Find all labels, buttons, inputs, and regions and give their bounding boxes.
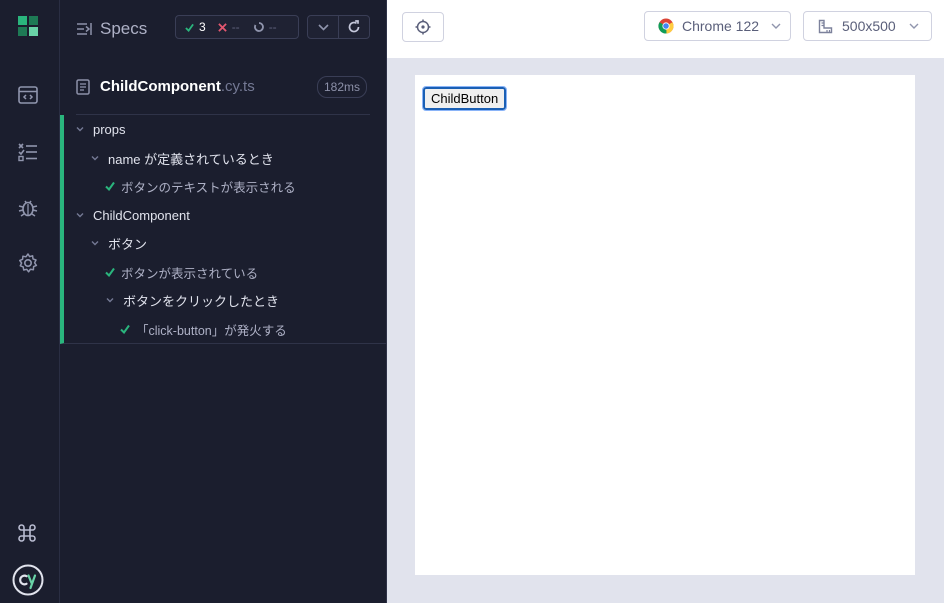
- runs-icon[interactable]: [17, 140, 39, 162]
- chevron-down-icon: [91, 156, 99, 161]
- stat-failed: --: [206, 20, 240, 34]
- viewport-dropdown[interactable]: 500x500: [803, 11, 932, 41]
- suite-row[interactable]: ボタン: [64, 229, 412, 257]
- browser-label: Chrome 122: [682, 18, 760, 34]
- collapse-toggle-button[interactable]: [307, 15, 339, 39]
- pending-icon: [253, 22, 264, 32]
- chrome-icon: [658, 18, 674, 34]
- suite-row[interactable]: name が定義されているとき: [64, 144, 412, 172]
- suite-title: props: [93, 121, 126, 137]
- settings-icon[interactable]: [17, 252, 39, 274]
- suite-row[interactable]: props: [64, 115, 397, 143]
- chevron-down-icon: [76, 127, 84, 132]
- spec-file-basename: ChildComponent: [100, 78, 221, 95]
- file-icon: [76, 79, 90, 95]
- check-icon: [105, 181, 115, 191]
- failed-count: --: [231, 20, 240, 34]
- specs-toggle-button[interactable]: Specs: [76, 18, 147, 40]
- chevron-down-icon: [317, 23, 329, 31]
- spec-file-name[interactable]: ChildComponent.cy.ts: [100, 78, 255, 95]
- suite-title: ボタン: [108, 236, 148, 252]
- x-icon: [217, 22, 227, 32]
- specs-label: Specs: [100, 19, 148, 38]
- test-row[interactable]: 「click-button」が発火する: [64, 315, 442, 343]
- sidebar-nav: [0, 0, 60, 603]
- stat-pending: --: [240, 20, 277, 34]
- test-title: ボタンのテキストが表示される: [121, 180, 296, 195]
- rerun-button[interactable]: [338, 15, 370, 39]
- ruler-icon: [818, 19, 833, 33]
- test-title: 「click-button」が発火する: [136, 323, 287, 338]
- refresh-icon: [348, 20, 360, 33]
- specs-list-icon[interactable]: [17, 84, 39, 106]
- test-row[interactable]: ボタンが表示されている: [64, 258, 427, 286]
- crosshair-icon: [415, 19, 431, 35]
- child-button[interactable]: ChildButton: [421, 86, 508, 111]
- spec-file-extension: .cy.ts: [220, 78, 255, 95]
- suite-row[interactable]: ボタンをクリックしたとき: [64, 286, 427, 314]
- check-icon: [105, 267, 115, 277]
- chevron-down-icon: [909, 23, 919, 29]
- test-row[interactable]: ボタンのテキストが表示される: [64, 172, 427, 200]
- chevron-down-icon: [771, 23, 781, 29]
- check-icon: [185, 23, 194, 32]
- pending-count: --: [268, 20, 277, 34]
- selector-playground-button[interactable]: [402, 12, 444, 42]
- suite-title: ボタンをクリックしたとき: [123, 293, 280, 309]
- browser-dropdown[interactable]: Chrome 122: [644, 11, 791, 41]
- suite-title: name が定義されているとき: [108, 151, 274, 167]
- aut-area: Chrome 122 500x500 ChildButton: [387, 0, 944, 603]
- specs-panel-icon: [77, 23, 92, 35]
- passed-count: 3: [199, 20, 206, 34]
- reporter-header: Specs 3 -- --: [60, 0, 386, 56]
- test-tree: props name が定義されているとき ボタンのテキストが表示される Chi…: [60, 115, 386, 344]
- cypress-logo-icon[interactable]: [18, 16, 38, 36]
- chevron-down-icon: [91, 241, 99, 246]
- reporter-panel: Specs 3 -- -- ChildComponent.cy.ts 182ms…: [60, 0, 387, 603]
- test-stats: 3 -- --: [175, 15, 299, 39]
- cypress-cy-logo-icon[interactable]: [12, 564, 44, 596]
- suite-title: ChildComponent: [93, 207, 190, 223]
- spec-duration-badge: 182ms: [317, 76, 368, 98]
- aut-iframe: ChildButton: [415, 75, 915, 575]
- check-icon: [120, 324, 130, 334]
- stat-passed: 3: [176, 20, 206, 34]
- spec-file-header: ChildComponent.cy.ts 182ms: [60, 70, 370, 104]
- test-title: ボタンが表示されている: [121, 266, 259, 281]
- chevron-down-icon: [76, 213, 84, 218]
- viewport-label: 500x500: [842, 18, 896, 34]
- chevron-down-icon: [106, 298, 114, 303]
- debug-icon[interactable]: [17, 196, 39, 218]
- aut-toolbar: Chrome 122 500x500: [387, 0, 944, 58]
- keyboard-shortcuts-icon[interactable]: [17, 523, 37, 543]
- suite-row[interactable]: ChildComponent: [64, 201, 397, 229]
